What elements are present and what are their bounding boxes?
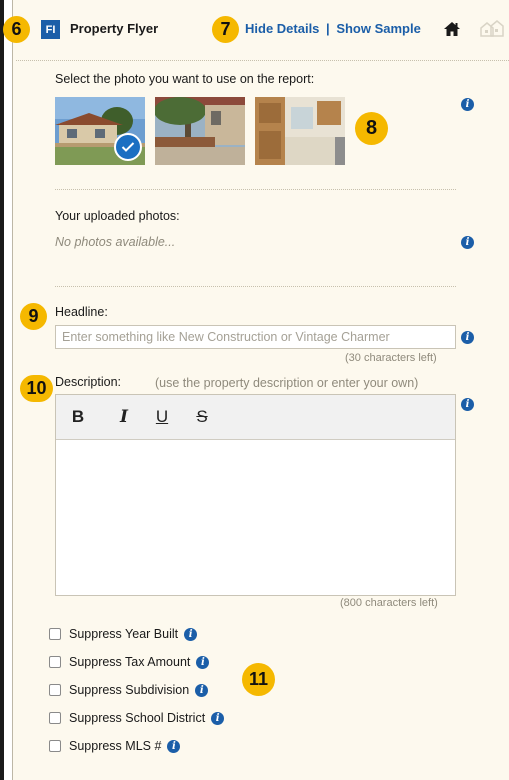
- photo-prompt: Select the photo you want to use on the …: [55, 72, 315, 86]
- option-tax-amount[interactable]: Suppress Tax Amount i: [49, 653, 210, 671]
- description-editor[interactable]: B I U S: [55, 394, 456, 596]
- headline-label: Headline:: [55, 305, 108, 319]
- callout-badge-7: 7: [212, 16, 239, 43]
- underline-button[interactable]: U: [152, 407, 172, 427]
- hide-details-link[interactable]: Hide Details: [245, 21, 319, 36]
- home-icon[interactable]: [443, 20, 461, 38]
- no-photos-text: No photos available...: [55, 235, 176, 249]
- description-chars-left: (800 characters left): [340, 597, 438, 609]
- subdivision-checkbox[interactable]: [49, 684, 61, 696]
- description-info-icon[interactable]: i: [461, 398, 474, 411]
- header-links: Hide Details | Show Sample: [245, 21, 421, 36]
- option-mls[interactable]: Suppress MLS # i: [49, 737, 181, 755]
- uploaded-label: Your uploaded photos:: [55, 209, 180, 223]
- school-district-checkbox[interactable]: [49, 712, 61, 724]
- callout-badge-9: 9: [20, 303, 47, 330]
- photo-thumb-patio[interactable]: [155, 97, 245, 165]
- section-divider: [55, 189, 456, 190]
- mls-checkbox[interactable]: [49, 740, 61, 752]
- subdivision-info-icon[interactable]: i: [195, 683, 209, 697]
- mls-info-icon[interactable]: i: [167, 739, 181, 753]
- description-hint: (use the property description or enter y…: [155, 376, 419, 390]
- option-year-built[interactable]: Suppress Year Built i: [49, 625, 198, 643]
- option-label: Suppress Subdivision: [69, 683, 190, 697]
- description-label: Description:: [55, 375, 121, 389]
- option-label: Suppress School District: [69, 711, 206, 725]
- outer-border: [0, 0, 4, 780]
- page-title: Property Flyer: [70, 21, 159, 36]
- callout-badge-10: 10: [20, 375, 53, 402]
- callout-badge-6: 6: [3, 16, 30, 43]
- headline-info-icon[interactable]: i: [461, 331, 474, 344]
- option-label: Suppress Tax Amount: [69, 655, 191, 669]
- year-built-checkbox[interactable]: [49, 628, 61, 640]
- option-label: Suppress Year Built: [69, 627, 179, 641]
- italic-button[interactable]: I: [114, 407, 134, 427]
- selected-check-icon: [114, 133, 142, 161]
- option-label: Suppress MLS #: [69, 739, 162, 753]
- tax-amount-checkbox[interactable]: [49, 656, 61, 668]
- panel-header: 6 FI Property Flyer 7 Hide Details | Sho…: [0, 0, 509, 60]
- section-divider: [55, 286, 456, 287]
- house-outline-icon[interactable]: [478, 20, 506, 38]
- photo-info-icon[interactable]: i: [461, 98, 474, 111]
- link-separator: |: [326, 21, 330, 36]
- uploaded-info-icon[interactable]: i: [461, 236, 474, 249]
- editor-toolbar: B I U S: [56, 395, 455, 440]
- tax-amount-info-icon[interactable]: i: [196, 655, 210, 669]
- callout-badge-8: 8: [355, 112, 388, 145]
- strikethrough-button[interactable]: S: [192, 407, 212, 427]
- headline-chars-left: (30 characters left): [345, 352, 437, 364]
- bold-button[interactable]: B: [68, 407, 88, 427]
- option-school-district[interactable]: Suppress School District i: [49, 709, 225, 727]
- callout-badge-11: 11: [242, 663, 275, 696]
- option-subdivision[interactable]: Suppress Subdivision i: [49, 681, 209, 699]
- photo-thumb-kitchen[interactable]: [255, 97, 345, 165]
- headline-input[interactable]: [55, 325, 456, 349]
- editor-text-area[interactable]: [56, 440, 455, 596]
- year-built-info-icon[interactable]: i: [184, 627, 198, 641]
- fi-logo-icon: FI: [41, 20, 60, 39]
- header-divider: [16, 60, 509, 61]
- show-sample-link[interactable]: Show Sample: [336, 21, 421, 36]
- school-district-info-icon[interactable]: i: [211, 711, 225, 725]
